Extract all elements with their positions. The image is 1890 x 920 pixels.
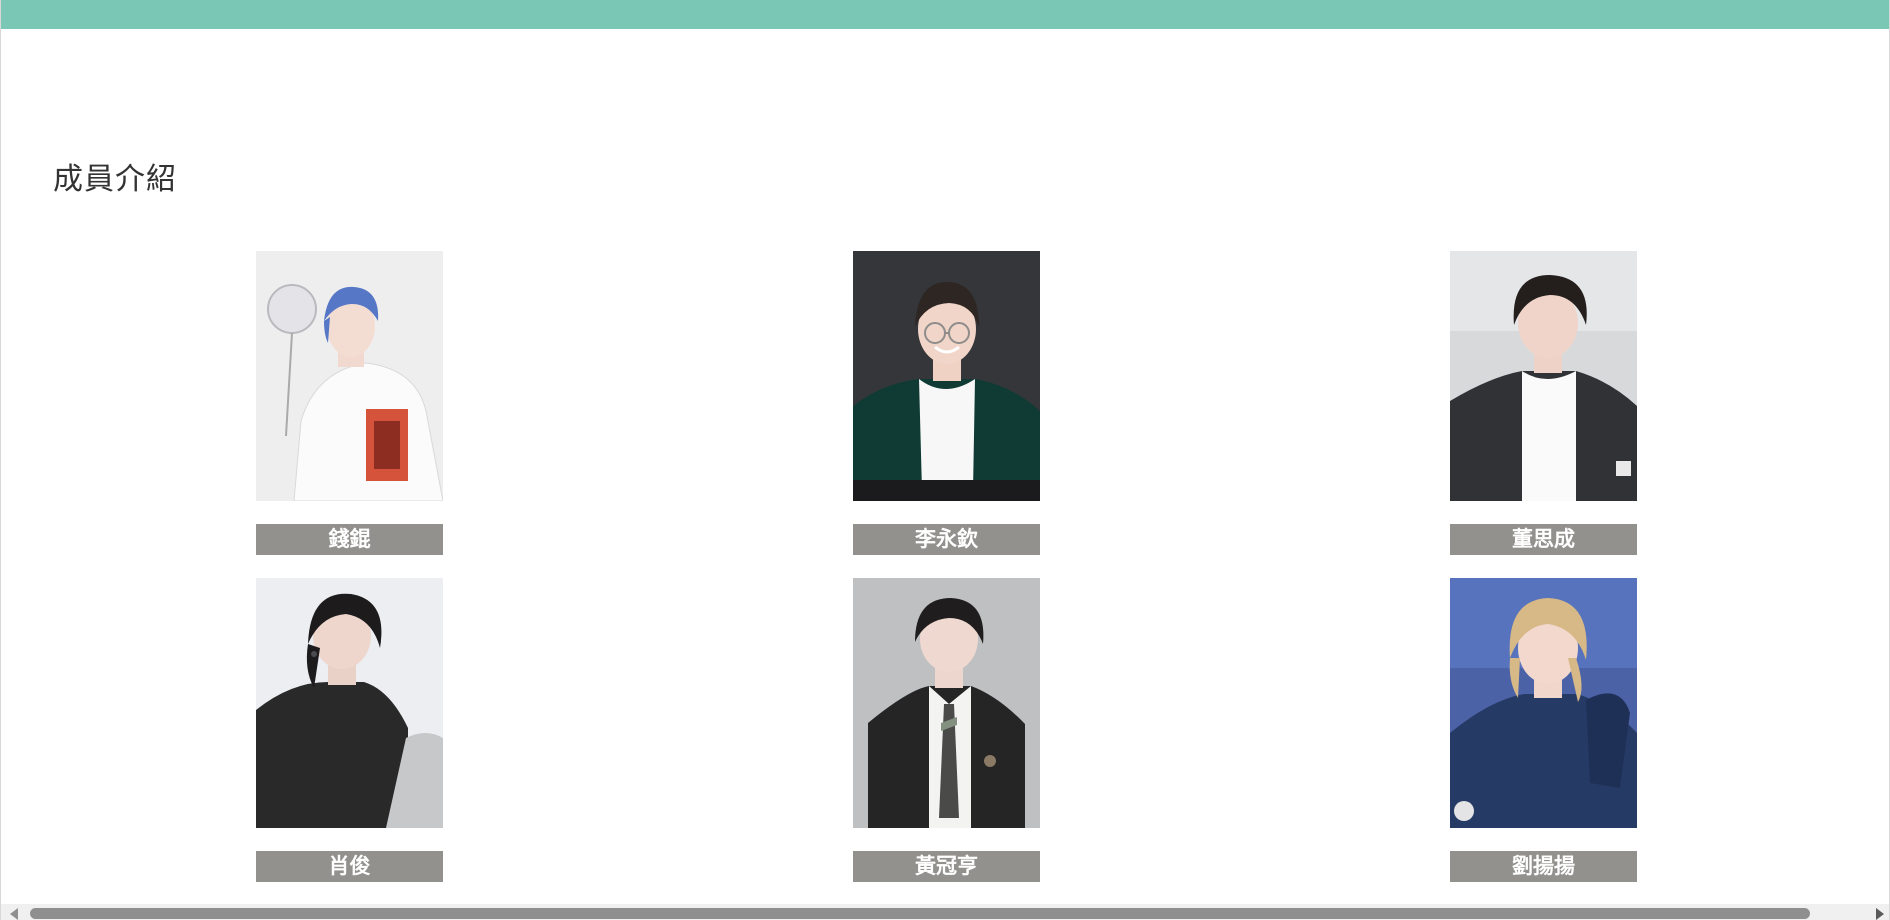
member-card[interactable]: 李永欽	[853, 251, 1040, 555]
scroll-right-arrow-icon[interactable]	[1876, 908, 1884, 920]
member-photo[interactable]	[256, 251, 443, 501]
member-name-label: 肖俊	[256, 851, 443, 882]
section-title: 成員介紹	[53, 161, 177, 197]
member-photo-icon	[853, 251, 1040, 501]
top-accent-bar	[1, 0, 1889, 29]
member-name-label: 董思成	[1450, 524, 1637, 555]
member-photo[interactable]	[853, 578, 1040, 828]
member-name-label: 李永欽	[853, 524, 1040, 555]
member-card[interactable]: 劉揚揚	[1450, 578, 1637, 882]
page: 成員介紹 錢錕 李永欽 董思成 肖俊 黃冠亨 劉揚揚	[0, 0, 1890, 920]
member-name-label: 錢錕	[256, 524, 443, 555]
member-card[interactable]: 黃冠亨	[853, 578, 1040, 882]
member-photo-icon	[256, 578, 443, 828]
scroll-left-arrow-icon[interactable]	[10, 908, 18, 920]
member-name-label: 劉揚揚	[1450, 851, 1637, 882]
member-photo-icon	[853, 578, 1040, 828]
member-name-label: 黃冠亨	[853, 851, 1040, 882]
member-photo-icon	[1450, 251, 1637, 501]
member-card[interactable]: 肖俊	[256, 578, 443, 882]
member-photo[interactable]	[256, 578, 443, 828]
horizontal-scrollbar[interactable]	[1, 904, 1889, 920]
member-photo[interactable]	[1450, 251, 1637, 501]
member-photo[interactable]	[853, 251, 1040, 501]
member-photo-icon	[256, 251, 443, 501]
scrollbar-thumb[interactable]	[30, 908, 1810, 919]
member-card[interactable]: 錢錕	[256, 251, 443, 555]
member-card[interactable]: 董思成	[1450, 251, 1637, 555]
member-photo-icon	[1450, 578, 1637, 828]
member-photo[interactable]	[1450, 578, 1637, 828]
